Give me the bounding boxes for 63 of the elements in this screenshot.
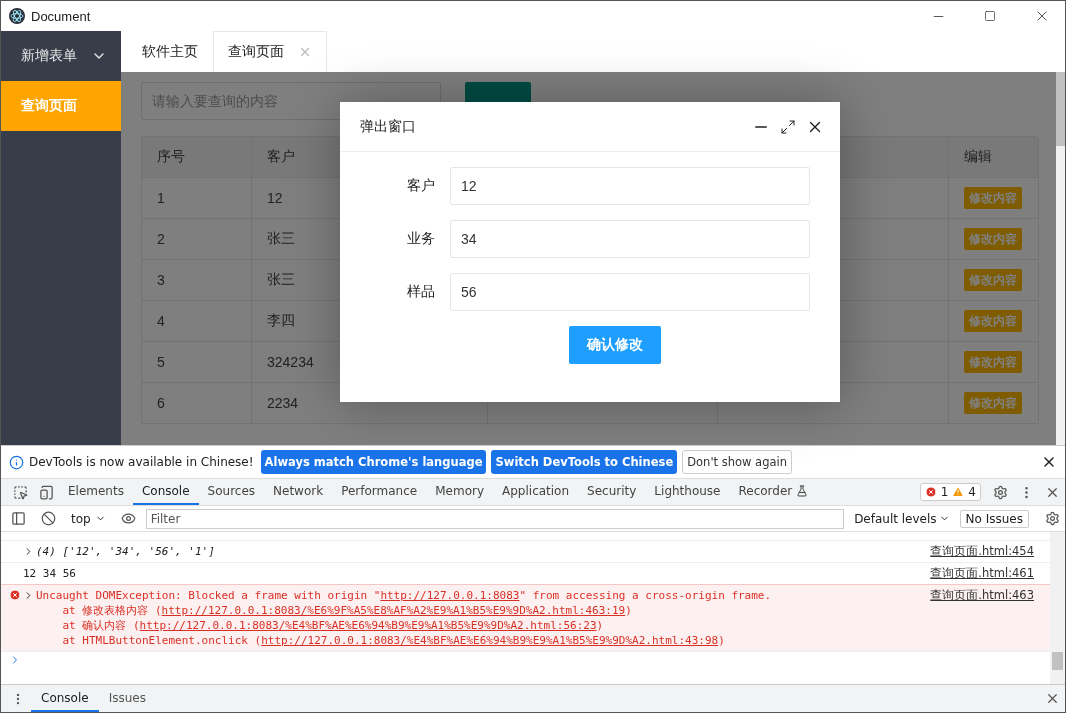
link[interactable]: http://127.0.0.1:8083 [380, 589, 520, 602]
tab[interactable]: 查询页面 [213, 31, 327, 72]
filter-field[interactable]: Filter [145, 508, 845, 529]
table-cell: 3 [142, 260, 252, 301]
window-title: Document [31, 8, 92, 24]
panel-tab[interactable]: Performance [332, 479, 427, 505]
flask-icon [796, 485, 809, 497]
maximize-icon[interactable] [780, 118, 796, 135]
input-field[interactable]: 34 [450, 220, 810, 258]
log-message: 12 34 56 [23, 566, 77, 581]
notice-button[interactable]: Don't show again [682, 450, 792, 474]
error-count: 1 [940, 485, 949, 499]
info-icon [9, 454, 24, 470]
context-dropdown[interactable]: top [65, 511, 112, 526]
stack-frame: at 确认内容 (http://127.0.0.1:8083/%E4%BF%AE%E6%94%B9%E9%A1%B5%E9%9D%A2.html:56:23) [36, 618, 929, 633]
error-icon [924, 486, 937, 498]
panel-tab[interactable]: Network [264, 479, 333, 505]
error-message: Uncaught DOMException: Blocked a frame with origin "http://127.0.0.1:8083" from accessing a cross-origin frame. [36, 588, 773, 603]
field-label: 业务 [406, 230, 436, 248]
column-header: 编辑 [949, 137, 1039, 178]
scrollbar[interactable] [1050, 532, 1065, 684]
table-cell: 2 [142, 219, 252, 260]
scrollbar[interactable] [1056, 72, 1065, 445]
field-label: 客户 [406, 177, 436, 195]
panel-tab[interactable]: Elements [59, 479, 133, 505]
drawer-tab[interactable]: Issues [98, 685, 156, 712]
notice-text: DevTools is now available in Chinese! [29, 455, 254, 469]
issue-counter[interactable]: 1 4 [919, 483, 981, 501]
table-cell: 4 [142, 301, 252, 342]
warning-icon [952, 486, 965, 498]
table-cell: 5 [142, 342, 252, 383]
panel-tab[interactable]: Lighthouse [645, 479, 730, 505]
panel-tab[interactable]: Security [578, 479, 646, 505]
stack-frame: at 修改表格内容 (http://127.0.0.1:8083/%E6%9F%A5%E8%AF%A2%E9%A1%B5%E9%9D%A2.html:463:19) [36, 603, 929, 618]
sidebar-item[interactable]: 新增表单 [1, 31, 121, 81]
table-cell: 1 [142, 178, 252, 219]
drawer-tab[interactable]: Console [31, 685, 99, 712]
link[interactable]: http://127.0.0.1:8083/%E6%9F%A5%E8%AF%A2%E9%A1%B5%E9%9D%A2.html:463:19 [161, 604, 626, 617]
input-field[interactable]: 56 [450, 273, 810, 311]
notice-button[interactable]: Switch DevTools to Chinese [491, 450, 678, 474]
warning-count: 4 [968, 485, 976, 499]
link[interactable]: http://127.0.0.1:8083/%E4%BF%AE%E6%94%B9%E9%A1%B5%E9%9D%A2.html:43:98 [261, 634, 719, 647]
stack-frame: at HTMLButtonElement.onclick (http://127.0.0.1:8083/%E4%BF%AE%E6%94%B9%E9%A1%B5%E9%9D%A2.html:43:98) [36, 633, 929, 648]
panel-tab[interactable]: Memory [426, 479, 493, 505]
panel-tab[interactable]: Application [493, 479, 579, 505]
panel-tab[interactable]: Sources [198, 479, 265, 505]
source-link[interactable]: 查询页面.html:454 [930, 544, 1034, 559]
table-cell: 6 [142, 383, 252, 424]
log-message: (4) ['12', '34', '56', '1'] [36, 544, 216, 559]
app-logo-icon [9, 8, 25, 24]
field-label: 样品 [406, 283, 436, 301]
issues-button[interactable]: No Issues [959, 509, 1029, 528]
levels-dropdown[interactable]: Default levels [848, 511, 956, 526]
dialog-title: 弹出窗口 [360, 117, 417, 136]
column-header: 序号 [142, 137, 252, 178]
source-link[interactable]: 查询页面.html:461 [930, 566, 1034, 581]
panel-tab[interactable]: Recorder [729, 479, 818, 505]
error-icon [9, 589, 21, 601]
notice-button[interactable]: Always match Chrome's language [260, 450, 487, 474]
input-field[interactable]: 12 [450, 167, 810, 205]
source-link[interactable]: 查询页面.html:463 [930, 588, 1034, 603]
link[interactable]: http://127.0.0.1:8083/%E4%BF%AE%E6%94%B9%E9%A1%B5%E9%9D%A2.html:56:23 [139, 619, 597, 632]
panel-tab[interactable]: Console [132, 479, 199, 505]
